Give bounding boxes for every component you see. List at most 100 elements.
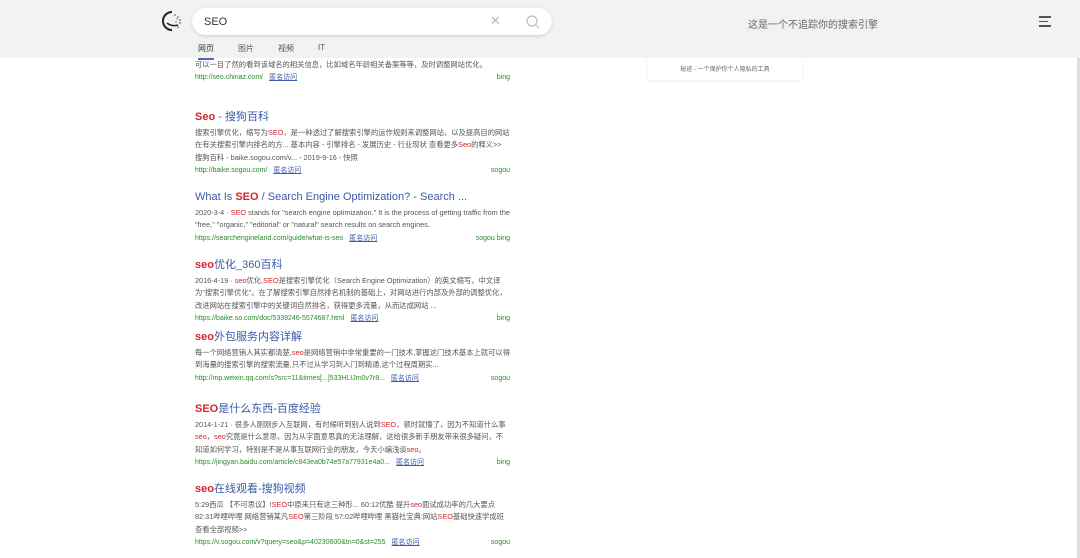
result-url[interactable]: https://v.sogou.com/v?query=seo&p=402306… [195, 539, 386, 546]
anonymous-visit-link[interactable]: 匿名访问 [349, 235, 377, 242]
highlight-term: Seo [195, 111, 216, 123]
highlight-term: Seo [458, 140, 472, 150]
text-segment: ，顿时就懵了，因为不知道什么事 [396, 420, 506, 429]
result-snippet: 每一个网络营销人其实都清楚,seo是网络营销中非常重要的一门技术,掌握这门技术基… [195, 347, 510, 372]
highlight-term: SEO [263, 276, 279, 285]
result-source: sogou [490, 166, 510, 174]
anonymous-visit-link[interactable]: 匿名访问 [273, 167, 301, 174]
text-segment: 优化, [246, 276, 264, 285]
tab-videos[interactable]: 视频 [278, 43, 294, 60]
highlight-term: SEO [235, 191, 259, 203]
anonymous-visit-link[interactable]: 匿名访问 [350, 315, 378, 322]
top-header: ✕ 网页 图片 视频 IT 这是一个不追踪你的搜索引擎 [0, 0, 1080, 60]
result-snippet: 2016-4-19 · seo优化,SEO是搜索引擎优化（Search Engi… [195, 275, 510, 312]
search-result: 可以一目了然的看到该域名的相关信息，比如域名年龄相关备案等等，及时调整网站优化。… [195, 56, 510, 84]
search-result: seo优化_360百科 2016-4-19 · seo优化,SEO是搜索引擎优化（… [195, 258, 510, 325]
result-title-link[interactable]: What Is SEO / Search Engine Optimization… [195, 190, 510, 204]
search-result: What Is SEO / Search Engine Optimization… [195, 190, 510, 245]
text-segment: 究竟是什么意思，因为从字面意思真的无法理解，这给很多新手朋友带来很多疑问，不知道… [195, 432, 504, 454]
result-source: bing [496, 458, 510, 466]
anonymous-visit-link[interactable]: 匿名访问 [391, 375, 419, 382]
highlight-term: seo [195, 259, 214, 271]
highlight-term: SEO [195, 403, 219, 415]
result-snippet: 5:29西瓜 【不可思议】!SEO中原来只有这三种形... 60:12优酷 提升… [195, 499, 510, 536]
result-url[interactable]: https://jingyan.baidu.com/article/c843ea… [195, 459, 390, 466]
result-title-link[interactable]: seo优化_360百科 [195, 258, 510, 272]
result-url[interactable]: http://baike.sogou.com/ [195, 167, 267, 174]
text-segment: 5:29西瓜 【不可思议】! [195, 500, 272, 509]
result-source: sogou [490, 374, 510, 382]
text-segment: 可以一目了然的看到该域名的相关信息，比如域名年龄相关备案等等，及时调整网站优化。 [195, 60, 487, 69]
highlight-term: SEO [271, 500, 288, 509]
highlight-term: seo [291, 348, 304, 357]
slogan: 这是一个不追踪你的搜索引擎 [748, 20, 878, 31]
clear-icon[interactable]: ✕ [490, 13, 501, 29]
result-source: sogou [490, 538, 510, 546]
text-segment: 在线观看-搜狗视频 [213, 483, 306, 495]
search-result: seo在线观看-搜狗视频 5:29西瓜 【不可思议】!SEO中原来只有这三种形..… [195, 482, 510, 549]
result-url[interactable]: http://mp.weixin.qq.com/s?src=11&times[.… [195, 375, 385, 382]
highlight-term: seo [214, 432, 226, 442]
menu-icon[interactable] [1039, 16, 1051, 27]
highlight-term: SEO [380, 420, 397, 429]
text-segment: 中原来只有这三种形... 60:12优酷 提升 [287, 500, 411, 509]
text-segment: 2014-1-21 · 很多人刚刚步入互联网，有时候听到别人说到 [195, 420, 381, 429]
text-segment: / Search Engine Optimization? - Search .… [258, 191, 468, 203]
text-segment: 外包服务内容详解 [213, 331, 302, 343]
result-source: sogou bing [475, 234, 510, 242]
highlight-term: seo [234, 276, 247, 285]
anonymous-visit-link[interactable]: 匿名访问 [396, 459, 424, 466]
result-snippet: 可以一目了然的看到该域名的相关信息，比如域名年龄相关备案等等，及时调整网站优化。 [195, 59, 510, 71]
anonymous-visit-link[interactable]: 匿名访问 [269, 74, 297, 81]
text-segment: 每一个网络营销人其实都清楚, [195, 348, 292, 357]
result-url-row: https://searchengineland.com/guide/what-… [195, 233, 510, 245]
result-url-row: https://baike.so.com/doc/5339246-5574687… [195, 313, 510, 325]
highlight-term: SEO [437, 512, 453, 522]
search-result: SEO是什么东西-百度经验 2014-1-21 · 很多人刚刚步入互联网，有时候听… [195, 402, 510, 469]
side-info-card: 秘迹 - 一个保护你个人隐私的工具 [648, 58, 802, 80]
result-title-link[interactable]: Seo - 搜狗百科 [195, 110, 510, 124]
text-segment: 搜索引擎优化，缩写为 [195, 128, 268, 137]
search-result: seo外包服务内容详解 每一个网络营销人其实都清楚,seo是网络营销中非常重要的一… [195, 330, 510, 385]
search-tabs: 网页 图片 视频 IT [198, 43, 349, 60]
result-title-link[interactable]: seo在线观看-搜狗视频 [195, 482, 510, 496]
logo-icon[interactable] [160, 9, 186, 35]
text-segment: What Is [195, 191, 236, 203]
result-url[interactable]: https://baike.so.com/doc/5339246-5574687… [195, 315, 344, 322]
result-url-row: https://jingyan.baidu.com/article/c843ea… [195, 457, 510, 469]
text-segment: 。 [418, 444, 426, 454]
search-icon[interactable] [525, 14, 541, 30]
result-url-row: http://mp.weixin.qq.com/s?src=11&times[.… [195, 373, 510, 385]
result-url-row: https://v.sogou.com/v?query=seo&p=402306… [195, 537, 510, 549]
side-info-text: 秘迹 - 一个保护你个人隐私的工具 [680, 67, 770, 73]
highlight-term: seo [410, 500, 423, 509]
highlight-term: SEO [267, 128, 284, 137]
anonymous-visit-link[interactable]: 匿名访问 [392, 539, 420, 546]
highlight-term: SEO [230, 208, 247, 217]
result-url-row: http://baike.sogou.com/匿名访问 sogou [195, 165, 510, 177]
search-box: ✕ [192, 8, 552, 35]
result-title-link[interactable]: SEO是什么东西-百度经验 [195, 402, 510, 416]
result-title-link[interactable]: seo外包服务内容详解 [195, 330, 510, 344]
result-source: bing [496, 314, 510, 322]
result-snippet: 搜索引擎优化，缩写为SEO，是一种透过了解搜索引擎的运作规则来调整网站，以及提高… [195, 127, 510, 164]
highlight-term: SEO [288, 512, 304, 522]
text-segment: 2016-4-19 · [195, 276, 235, 285]
tab-images[interactable]: 图片 [238, 43, 254, 60]
result-snippet: 2020-3-4 · SEO stands for "search engine… [195, 207, 510, 232]
text-segment: 优化_360百科 [213, 259, 283, 271]
highlight-term: seo [406, 444, 419, 454]
result-url[interactable]: https://searchengineland.com/guide/what-… [195, 235, 343, 242]
highlight-term: seo [195, 331, 214, 343]
result-url[interactable]: http://seo.chinaz.com/ [195, 74, 263, 81]
text-segment: 是什么东西-百度经验 [218, 403, 321, 415]
result-source: bing [496, 74, 510, 82]
highlight-term: seo [195, 483, 214, 495]
search-input[interactable] [204, 13, 484, 30]
tab-it[interactable]: IT [318, 43, 325, 60]
result-snippet: 2014-1-21 · 很多人刚刚步入互联网，有时候听到别人说到SEO，顿时就懵… [195, 419, 510, 456]
tab-web[interactable]: 网页 [198, 43, 214, 60]
text-segment: ， [206, 432, 215, 442]
search-result: Seo - 搜狗百科搜索引擎优化，缩写为SEO，是一种透过了解搜索引擎的运作规则… [195, 110, 510, 177]
text-segment: 第三阶段 57:02哔哩哔哩 黑猫社宝典:网站 [303, 512, 438, 522]
